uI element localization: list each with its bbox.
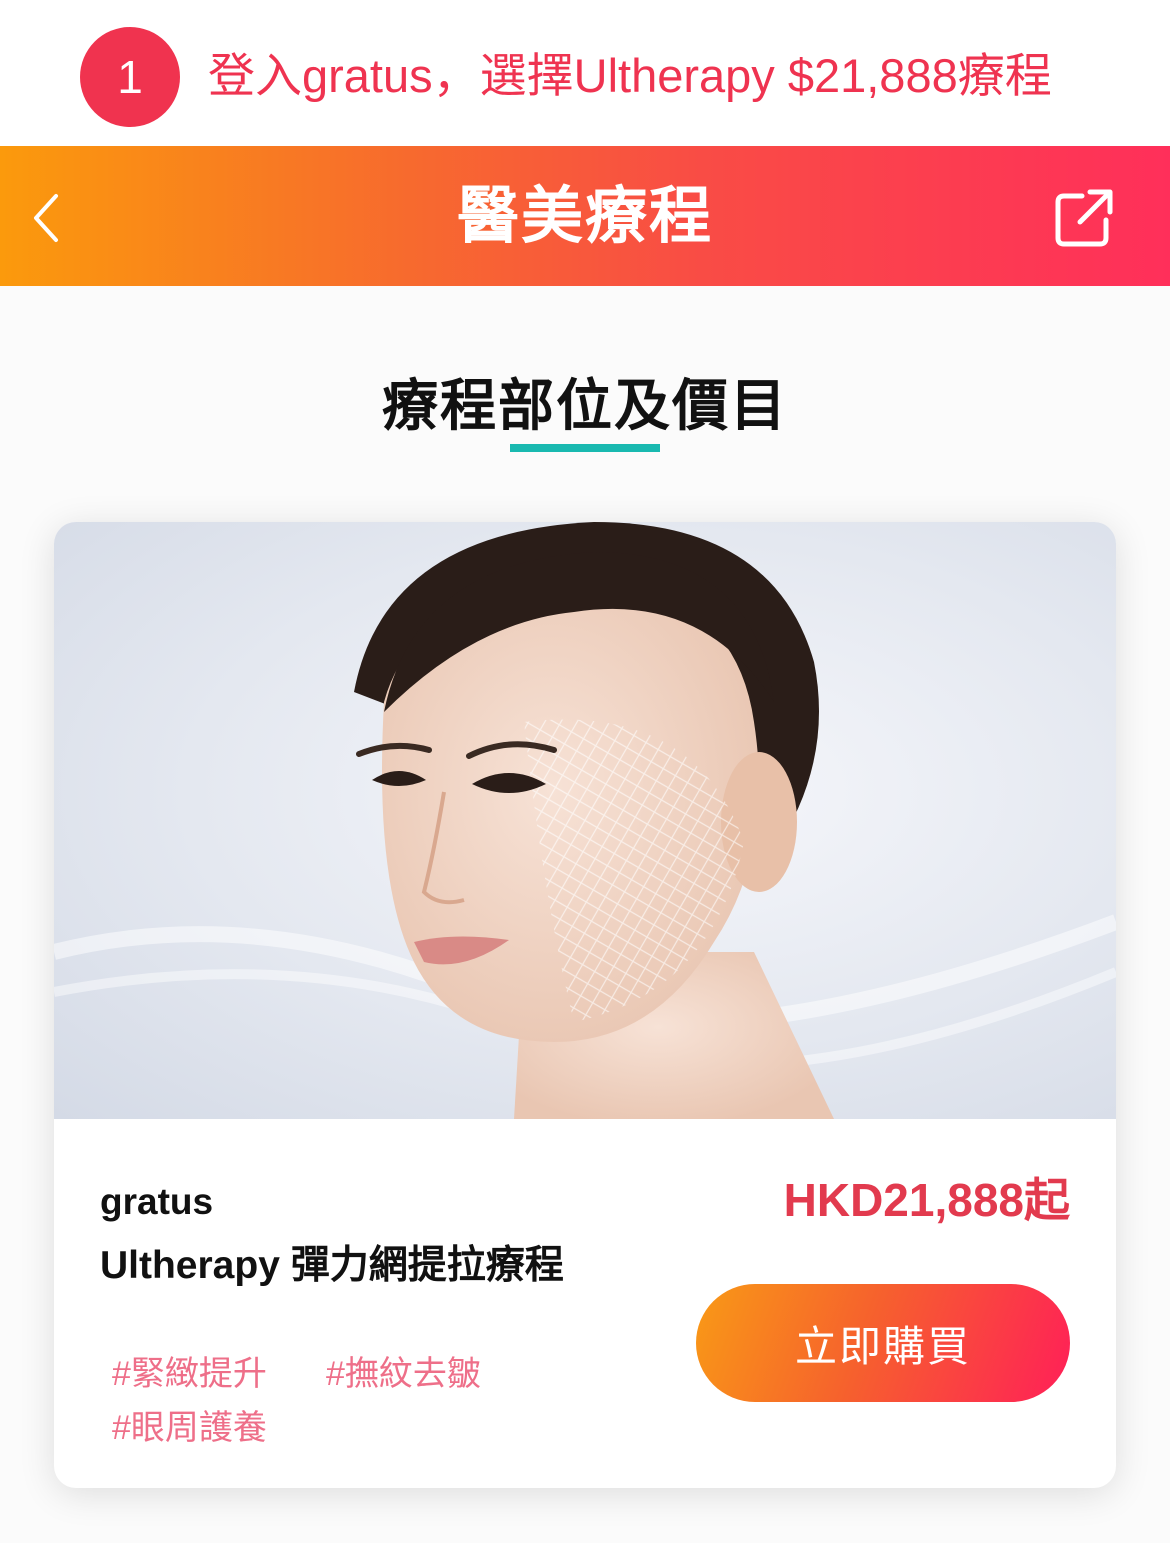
product-name: Ultherapy 彈力網提拉療程	[100, 1244, 564, 1287]
buy-now-button[interactable]: 立即購買	[696, 1284, 1070, 1402]
step-number-badge: 1	[80, 27, 180, 127]
external-link-icon[interactable]	[1052, 186, 1116, 250]
section-title: 療程部位及價目	[382, 374, 788, 437]
section-title-underline	[510, 444, 660, 452]
product-image	[54, 522, 1116, 1119]
step-instruction: 登入gratus，選擇Ultherapy $21,888療程	[208, 49, 1052, 102]
product-card[interactable]: gratus Ultherapy 彈力網提拉療程 HKD21,888起 立即購買…	[54, 522, 1116, 1488]
tag-anti-wrinkle[interactable]: #撫紋去皺	[326, 1352, 481, 1396]
product-price: HKD21,888起	[783, 1174, 1070, 1226]
model-face-illustration	[54, 522, 1116, 1119]
vendor-name: gratus	[100, 1181, 214, 1222]
main-content: 療程部位及價目 gratus Ultherapy 彈力網提拉療程 HKD21,8…	[0, 286, 1170, 1543]
step-banner: 1 登入gratus，選擇Ultherapy $21,888療程	[0, 0, 1170, 146]
page-title: 醫美療程	[456, 182, 713, 251]
app-header: 醫美療程	[0, 146, 1170, 286]
tag-firming[interactable]: #緊緻提升	[112, 1352, 267, 1396]
tag-eye-care[interactable]: #眼周護養	[112, 1406, 267, 1450]
